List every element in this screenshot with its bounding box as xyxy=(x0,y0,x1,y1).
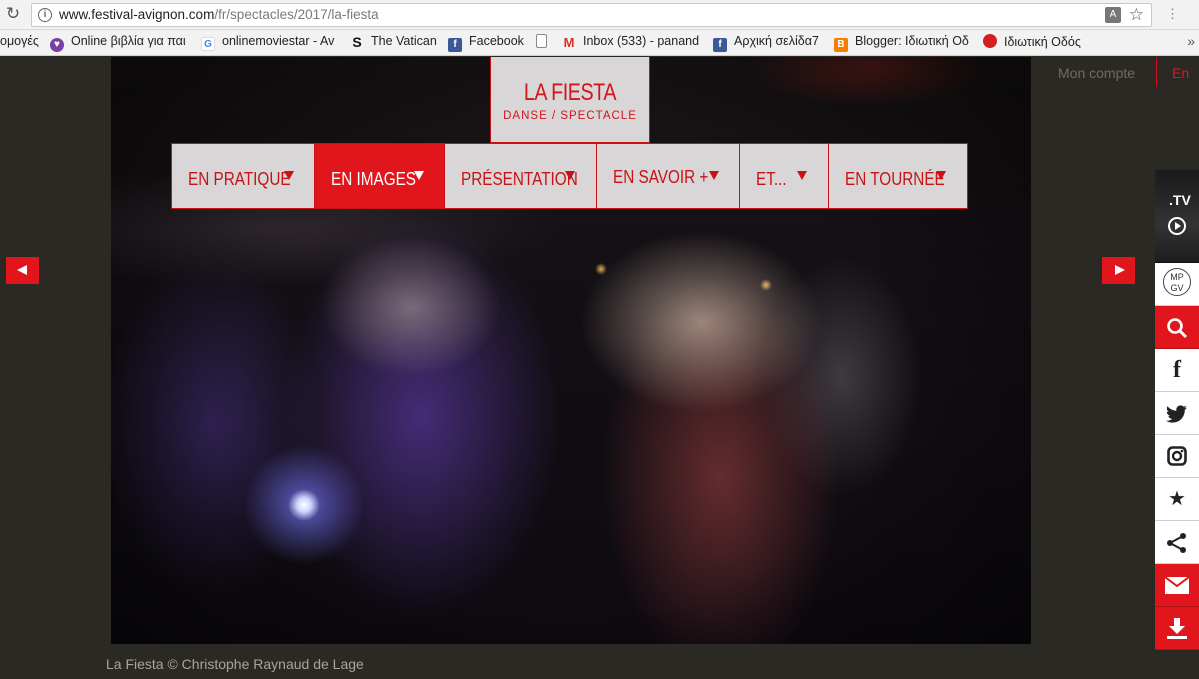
circle-icon xyxy=(983,34,997,48)
bookmark-item[interactable]: ομογές xyxy=(0,34,39,48)
bookmark-item[interactable]: M Inbox (533) - panand xyxy=(562,34,699,50)
bookmark-item[interactable] xyxy=(536,34,554,49)
logo-button[interactable]: MP GV xyxy=(1155,263,1199,306)
twitter-icon xyxy=(1166,405,1187,423)
tv-label: .TV xyxy=(1169,192,1191,208)
page-title: LA FIESTA xyxy=(523,79,617,106)
chevron-down-icon xyxy=(797,171,807,180)
festival-logo-icon: MP GV xyxy=(1163,268,1191,296)
arrow-right-icon xyxy=(1115,265,1125,275)
tab-label: EN SAVOIR + xyxy=(613,167,709,187)
page-subtitle: DANSE / SPECTACLE xyxy=(503,110,637,122)
instagram-icon xyxy=(1167,446,1187,466)
tab-label: EN TOURNÉE xyxy=(845,169,945,189)
account-link[interactable]: Mon compte xyxy=(1058,65,1135,81)
tab-en-savoir-plus[interactable]: EN SAVOIR + xyxy=(596,143,740,209)
page-icon xyxy=(536,34,547,48)
bookmark-label: Αρχική σελίδα7 xyxy=(734,34,819,48)
instagram-button[interactable] xyxy=(1155,435,1199,478)
share-icon xyxy=(1167,533,1186,553)
tab-presentation[interactable]: PRÉSENTATION xyxy=(444,143,597,209)
show-title-box: LA FIESTA DANSE / SPECTACLE xyxy=(490,57,650,143)
reload-icon[interactable]: ↻ xyxy=(4,5,22,23)
gmail-icon: M xyxy=(563,35,575,50)
facebook-icon: f xyxy=(1173,357,1181,383)
favorite-button[interactable]: ★ xyxy=(1155,478,1199,521)
tab-et[interactable]: ET... xyxy=(739,143,829,209)
tab-en-images[interactable]: EN IMAGES xyxy=(314,143,445,209)
star-icon: ★ xyxy=(1168,488,1186,510)
bookmark-label: Inbox (533) - panand xyxy=(583,34,700,48)
url-path: /fr/spectacles/2017/la-fiesta xyxy=(214,7,379,22)
bookmark-item[interactable]: f Facebook xyxy=(448,34,524,52)
facebook-button[interactable]: f xyxy=(1155,349,1199,392)
s-icon: S xyxy=(352,34,362,50)
side-toolbar: .TV MP GV f ★ xyxy=(1155,170,1199,650)
url-text[interactable]: www.festival-avignon.com/fr/spectacles/2… xyxy=(59,7,379,22)
language-switch[interactable]: En xyxy=(1156,57,1199,87)
bookmark-label: Blogger: Ιδιωτική Οδ xyxy=(855,34,969,48)
bookmarks-overflow-icon[interactable]: » xyxy=(1187,33,1195,49)
info-icon[interactable]: i xyxy=(38,8,52,22)
play-icon xyxy=(1168,217,1186,235)
blogger-icon: B xyxy=(834,38,848,52)
google-icon: G xyxy=(201,37,215,51)
bookmark-item[interactable]: f Αρχική σελίδα7 xyxy=(713,34,819,52)
chevron-down-icon xyxy=(565,171,575,180)
browser-toolbar: ↻ i www.festival-avignon.com/fr/spectacl… xyxy=(0,0,1199,30)
bookmark-label: onlinemoviestar - Av xyxy=(222,34,335,48)
address-bar[interactable]: i www.festival-avignon.com/fr/spectacles… xyxy=(31,3,1152,27)
bookmarks-bar: ομογές ♥ Online βιβλία για παι Gonlinemov… xyxy=(0,30,1199,56)
bookmark-label: ομογές xyxy=(0,34,39,48)
bookmark-item[interactable]: S The Vatican xyxy=(350,34,437,50)
search-button[interactable] xyxy=(1155,306,1199,349)
tv-button[interactable]: .TV xyxy=(1155,170,1199,263)
page: LA FIESTA DANSE / SPECTACLE EN PRATIQUE … xyxy=(0,57,1199,679)
bookmark-label: Facebook xyxy=(469,34,524,48)
tab-en-tournee[interactable]: EN TOURNÉE xyxy=(828,143,968,209)
next-image-button[interactable] xyxy=(1102,257,1135,284)
bookmark-item[interactable]: B Blogger: Ιδιωτική Οδ xyxy=(834,34,969,52)
tab-label: ET... xyxy=(756,169,787,189)
email-button[interactable] xyxy=(1155,564,1199,607)
bookmark-item[interactable]: Gonlinemoviestar - Av xyxy=(201,34,334,51)
mail-icon xyxy=(1165,577,1189,594)
bookmark-label: Ιδιωτική Οδός xyxy=(1004,35,1081,49)
download-button[interactable] xyxy=(1155,607,1199,650)
tab-label: EN IMAGES xyxy=(331,169,417,189)
chevron-down-icon xyxy=(936,171,946,180)
chevron-down-icon xyxy=(284,171,294,180)
facebook-icon: f xyxy=(448,38,462,52)
tab-label: EN PRATIQUE xyxy=(188,169,291,189)
search-icon xyxy=(1167,318,1188,339)
previous-image-button[interactable] xyxy=(6,257,39,284)
language-label: En xyxy=(1172,65,1190,81)
download-icon xyxy=(1167,618,1187,639)
tab-en-pratique[interactable]: EN PRATIQUE xyxy=(171,143,315,209)
url-domain: www.festival-avignon.com xyxy=(59,7,215,22)
bookmark-item[interactable]: Ιδιωτική Οδός xyxy=(983,34,1081,49)
bookmark-item[interactable]: ♥ Online βιβλία για παι xyxy=(50,34,186,52)
facebook-icon: f xyxy=(713,38,727,52)
bookmark-label: The Vatican xyxy=(371,34,437,48)
chevron-down-icon xyxy=(414,171,424,180)
bookmark-star-icon[interactable]: ☆ xyxy=(1129,5,1144,25)
photo-caption: La Fiesta © Christophe Raynaud de Lage xyxy=(106,656,364,672)
bookmark-label: Online βιβλία για παι xyxy=(71,34,186,48)
chevron-down-icon xyxy=(709,171,719,180)
arrow-left-icon xyxy=(17,265,27,275)
translate-icon[interactable]: A xyxy=(1105,7,1121,23)
browser-menu-icon[interactable]: ⋮ xyxy=(1166,6,1179,22)
twitter-button[interactable] xyxy=(1155,392,1199,435)
tab-label: PRÉSENTATION xyxy=(461,169,578,189)
share-button[interactable] xyxy=(1155,521,1199,564)
heart-icon: ♥ xyxy=(50,38,64,52)
section-nav: EN PRATIQUE EN IMAGES PRÉSENTATION EN SA… xyxy=(171,143,968,209)
